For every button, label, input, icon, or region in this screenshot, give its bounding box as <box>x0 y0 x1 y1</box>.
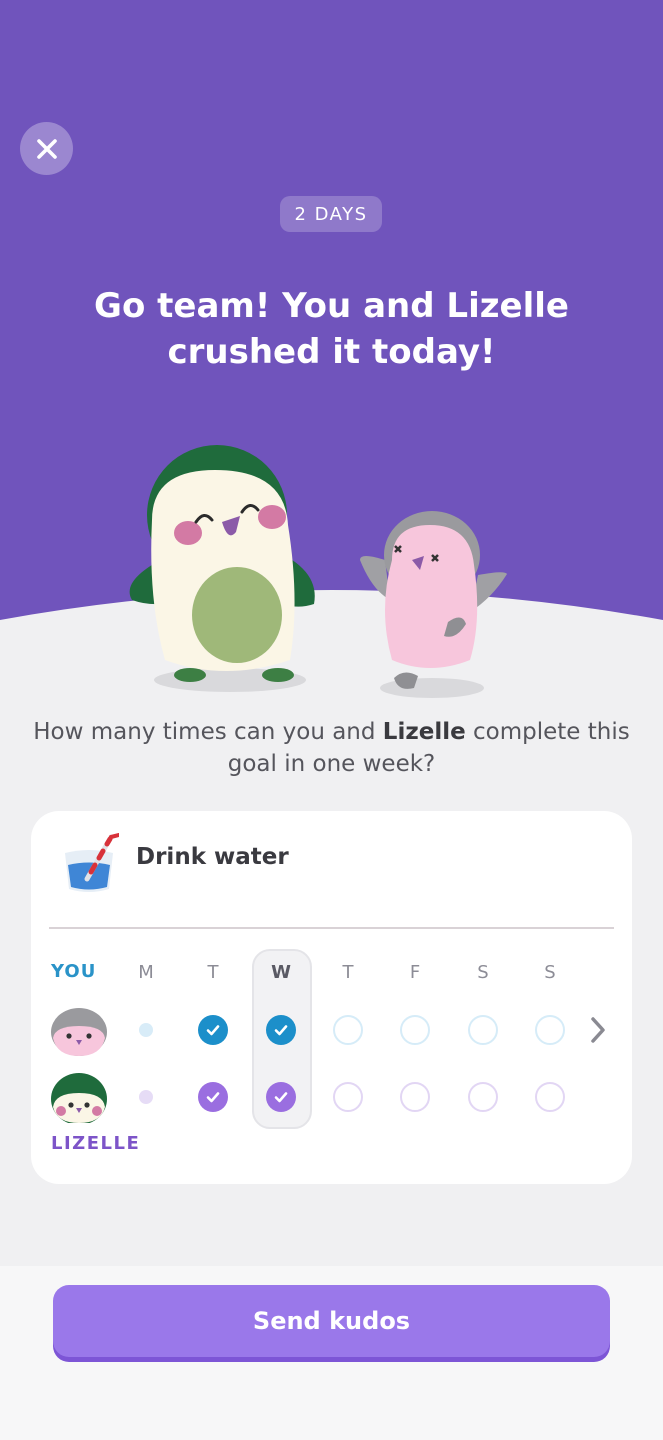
water-glass-icon <box>65 833 119 892</box>
partner-name: Lizelle <box>382 719 466 745</box>
you-day-sun-empty[interactable] <box>535 1015 565 1045</box>
day-label-thu: T <box>342 962 354 983</box>
you-day-tue-done[interactable] <box>198 1015 228 1045</box>
partner-avatar <box>51 1073 107 1123</box>
question-text-start: How many times can you and <box>33 719 383 745</box>
chevron-right-icon[interactable] <box>588 1015 608 1045</box>
you-day-thu-empty[interactable] <box>333 1015 363 1045</box>
check-icon <box>206 1025 220 1036</box>
you-day-fri-empty[interactable] <box>400 1015 430 1045</box>
page-title: Go team! You and Lizelle crushed it toda… <box>94 286 569 372</box>
partner-day-fri-empty[interactable] <box>400 1082 430 1112</box>
partner-day-thu-empty[interactable] <box>333 1082 363 1112</box>
partner-day-mon-dot <box>139 1090 153 1104</box>
close-icon <box>36 138 57 159</box>
close-button[interactable] <box>20 122 73 175</box>
you-day-wed-done[interactable] <box>266 1015 296 1045</box>
day-label-fri: F <box>409 962 421 983</box>
partner-day-tue-done[interactable] <box>198 1082 228 1112</box>
day-label-sun: S <box>544 962 556 983</box>
goal-card: Drink water YOU M T W T F S S LIZELLE <box>31 811 632 1184</box>
day-label-tue: T <box>207 962 219 983</box>
you-day-sat-empty[interactable] <box>468 1015 498 1045</box>
goal-title: Drink water <box>136 844 289 870</box>
partner-day-sat-empty[interactable] <box>468 1082 498 1112</box>
check-icon <box>274 1092 288 1103</box>
you-day-mon-dot <box>139 1023 153 1037</box>
streak-badge: 2 DAYS <box>280 196 382 232</box>
you-label: YOU <box>51 961 97 982</box>
partner-day-wed-done[interactable] <box>266 1082 296 1112</box>
check-icon <box>206 1092 220 1103</box>
check-icon <box>274 1025 288 1036</box>
day-label-mon: M <box>138 962 154 983</box>
you-avatar <box>51 1008 107 1056</box>
day-label-sat: S <box>477 962 489 983</box>
partner-label: LIZELLE <box>51 1133 141 1154</box>
partner-day-sun-empty[interactable] <box>535 1082 565 1112</box>
day-label-wed: W <box>271 962 291 983</box>
send-kudos-button[interactable]: Send kudos <box>53 1285 610 1357</box>
divider <box>49 927 614 929</box>
goal-question: How many times can you and Lizelle compl… <box>30 716 633 780</box>
